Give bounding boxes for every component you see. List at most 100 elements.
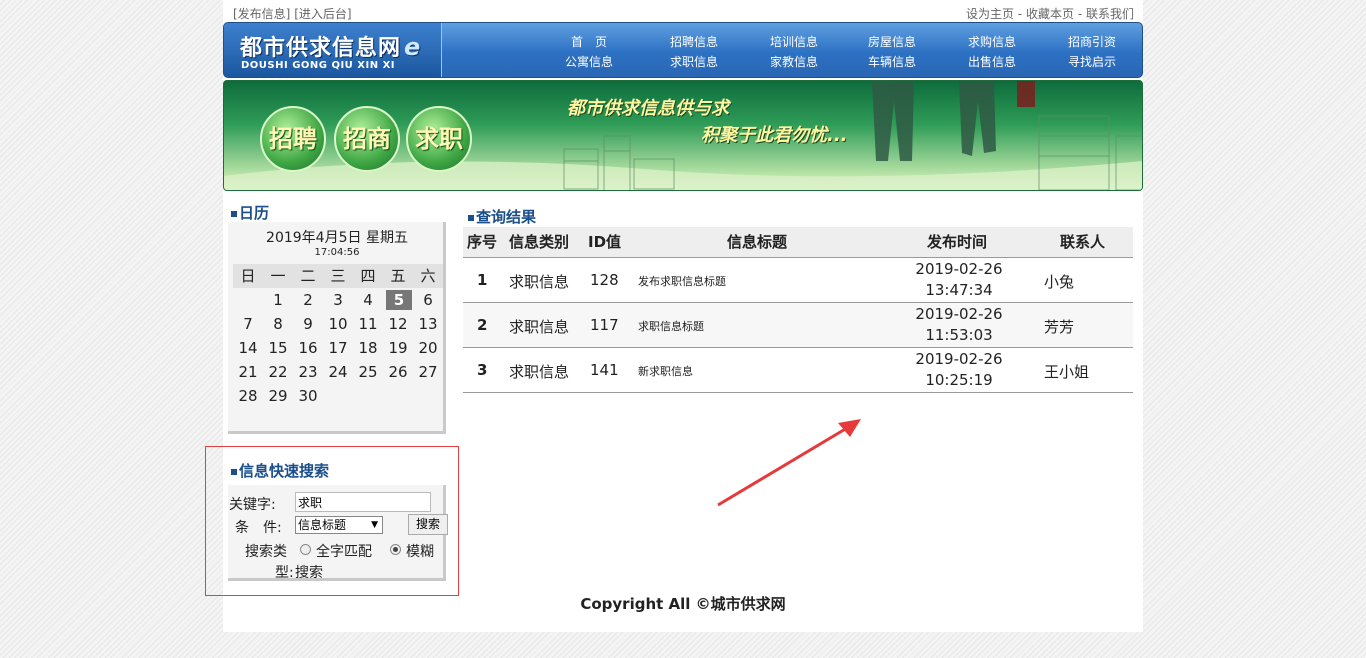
calendar-day[interactable]: 19 — [383, 336, 413, 360]
row-publish-time: 2019-02-26 11:53:03 — [903, 304, 1015, 346]
calendar-day[interactable]: 25 — [353, 360, 383, 384]
row-publish-time: 2019-02-26 13:47:34 — [903, 259, 1015, 301]
calendar-grid: 日 一 二 三 四 五 六 1 2 3 4 5 6 7 8 9 10 11 12 13 14 15 16 17 1… — [233, 264, 443, 408]
bookmark-link[interactable]: 收藏本页 — [1026, 7, 1074, 21]
weekday-cell: 四 — [360, 267, 376, 285]
calendar-day[interactable]: 20 — [413, 336, 443, 360]
condition-select[interactable]: 信息标题 ▼ — [295, 516, 383, 534]
calendar-day[interactable]: 15 — [263, 336, 293, 360]
calendar-day[interactable]: 28 — [233, 384, 263, 408]
chevron-down-icon: ▼ — [371, 520, 378, 530]
calendar-clock: 17:04:56 — [314, 247, 360, 258]
calendar-day[interactable]: 22 — [263, 360, 293, 384]
calendar-day[interactable]: 27 — [413, 360, 443, 384]
nav-lost-found[interactable]: 寻找启示 — [1052, 52, 1132, 72]
calendar-day[interactable]: 14 — [233, 336, 263, 360]
calendar-widget: 2019年4月5日 星期五 17:04:56 日 一 二 三 四 五 六 123… — [228, 222, 446, 434]
row-time: 13:47:34 — [925, 281, 993, 299]
condition-label: 条 件: — [235, 520, 282, 536]
fuzzy-label-cont: 搜索 — [295, 565, 323, 581]
bubble-job-seek: 求职 — [406, 106, 472, 172]
nav-training[interactable]: 培训信息 — [754, 32, 834, 52]
col-header-category: 信息类别 — [509, 233, 570, 251]
nav-col: 招商引资 寻找启示 — [1052, 32, 1132, 72]
row-no: 3 — [477, 361, 488, 379]
results-title: 查询结果 — [468, 206, 536, 227]
calendar-week-row: 123456 — [233, 288, 443, 312]
table-row[interactable]: 1 求职信息 128 发布求职信息标题 小兔 2019-02-26 13:47:34 — [463, 258, 1133, 303]
search-button[interactable]: 搜索 — [408, 514, 448, 535]
calendar-day[interactable]: 2 — [293, 288, 323, 312]
calendar-day-today[interactable]: 5 — [386, 290, 412, 310]
calendar-day[interactable]: 24 — [323, 360, 353, 384]
annotation-arrow — [717, 419, 861, 507]
separator: - — [1017, 7, 1023, 21]
calendar-date: 2019年4月5日 星期五 — [266, 230, 408, 246]
nav-apartment[interactable]: 公寓信息 — [549, 52, 629, 72]
nav-investment[interactable]: 招商引资 — [1052, 32, 1132, 52]
table-row[interactable]: 2 求职信息 117 求职信息标题 芳芳 2019-02-26 11:53:03 — [463, 303, 1133, 348]
nav-home[interactable]: 首 页 — [549, 32, 629, 52]
calendar-day[interactable]: 23 — [293, 360, 323, 384]
nav-col: 房屋信息 车辆信息 — [852, 32, 932, 72]
search-type-label: 搜索类 — [245, 544, 287, 560]
fuzzy-label: 模糊 — [406, 544, 434, 560]
calendar-day[interactable]: 6 — [413, 288, 443, 312]
keyword-input[interactable] — [295, 492, 431, 512]
nav-housing[interactable]: 房屋信息 — [852, 32, 932, 52]
site-header: 都市供求信息网 e DOUSHI GONG QIU XIN XI 首 页 公寓信息… — [223, 22, 1143, 78]
row-title[interactable]: 发布求职信息标题 — [638, 273, 726, 289]
calendar-day[interactable]: 30 — [293, 384, 323, 408]
row-title[interactable]: 新求职信息 — [638, 363, 693, 379]
calendar-day[interactable]: 4 — [353, 288, 383, 312]
bubble-investment: 招商 — [334, 106, 400, 172]
row-category: 求职信息 — [509, 273, 570, 291]
calendar-day[interactable]: 8 — [263, 312, 293, 336]
calendar-day[interactable]: 29 — [263, 384, 293, 408]
bubble-recruit: 招聘 — [260, 106, 326, 172]
row-id: 141 — [590, 361, 619, 379]
calendar-day[interactable]: 11 — [353, 312, 383, 336]
table-row[interactable]: 3 求职信息 141 新求职信息 王小姐 2019-02-26 10:25:19 — [463, 348, 1133, 393]
set-homepage-link[interactable]: 设为主页 — [966, 7, 1014, 21]
row-time: 10:25:19 — [925, 371, 993, 389]
weekday-cell: 二 — [300, 267, 316, 285]
calendar-day[interactable]: 21 — [233, 360, 263, 384]
nav-tutoring[interactable]: 家教信息 — [754, 52, 834, 72]
radio-exact-match[interactable] — [300, 544, 311, 555]
col-header-id: ID值 — [588, 233, 622, 251]
calendar-week-row: 7 8 9 10 11 12 13 — [233, 312, 443, 336]
nav-recruitment[interactable]: 招聘信息 — [654, 32, 734, 52]
logo-pinyin: DOUSHI GONG QIU XIN XI — [241, 60, 395, 71]
banner: 招聘 招商 求职 都市供求信息供与求 积聚于此君勿忧... — [223, 80, 1143, 191]
quick-search-title: 信息快速搜索 — [231, 460, 329, 481]
row-title[interactable]: 求职信息标题 — [638, 318, 704, 334]
col-header-title: 信息标题 — [727, 233, 788, 251]
calendar-day[interactable]: 12 — [383, 312, 413, 336]
nav-for-sale[interactable]: 出售信息 — [952, 52, 1032, 72]
nav-vehicles[interactable]: 车辆信息 — [852, 52, 932, 72]
calendar-day[interactable]: 26 — [383, 360, 413, 384]
calendar-day[interactable]: 7 — [233, 312, 263, 336]
radio-fuzzy-search[interactable] — [390, 544, 401, 555]
top-bar-left: [发布信息] [进入后台] — [233, 5, 352, 22]
copyright: Copyright All ©城市供求网 — [580, 595, 786, 613]
calendar-day[interactable]: 1 — [263, 288, 293, 312]
results-table: 序号 信息类别 ID值 信息标题 发布时间 联系人 1 求职信息 128 发布求职信息… — [463, 227, 1133, 393]
calendar-day[interactable]: 18 — [353, 336, 383, 360]
site-logo[interactable]: 都市供求信息网 e DOUSHI GONG QIU XIN XI — [224, 23, 442, 77]
calendar-day[interactable]: 10 — [323, 312, 353, 336]
calendar-day[interactable]: 3 — [323, 288, 353, 312]
bullet-icon — [468, 214, 474, 221]
calendar-day[interactable]: 13 — [413, 312, 443, 336]
nav-col: 求购信息 出售信息 — [952, 32, 1032, 72]
enter-admin-link[interactable]: [进入后台] — [294, 7, 351, 21]
calendar-day[interactable]: 17 — [323, 336, 353, 360]
calendar-day[interactable]: 9 — [293, 312, 323, 336]
contact-us-link[interactable]: 联系我们 — [1086, 7, 1134, 21]
nav-job-seeking[interactable]: 求职信息 — [654, 52, 734, 72]
calendar-day[interactable]: 16 — [293, 336, 323, 360]
weekday-cell: 一 — [270, 267, 286, 285]
nav-wanted[interactable]: 求购信息 — [952, 32, 1032, 52]
publish-info-link[interactable]: [发布信息] — [233, 7, 290, 21]
